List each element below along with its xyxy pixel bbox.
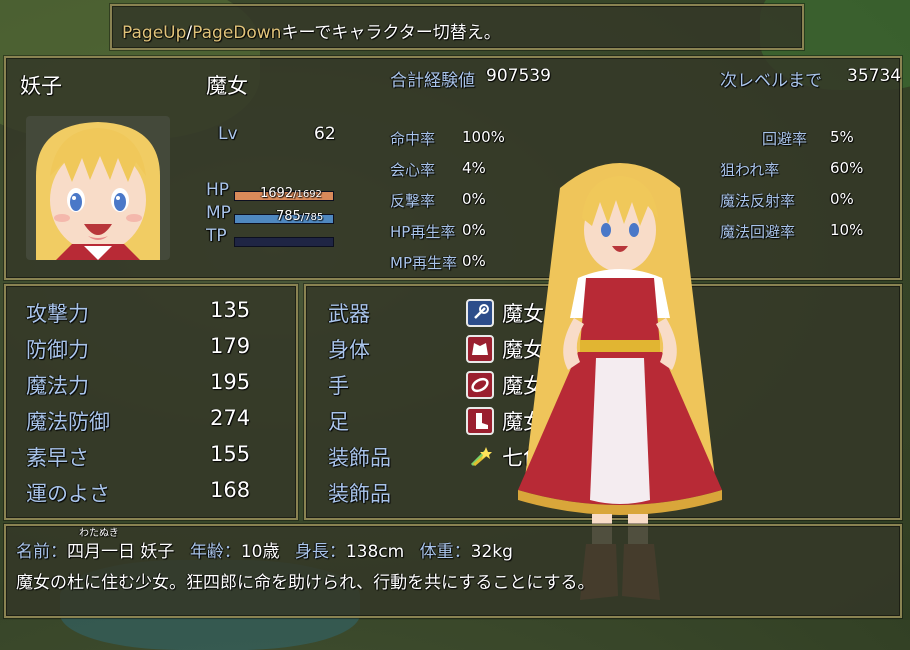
rate-label: 反撃率 [390, 192, 436, 210]
param-value: 168 [210, 478, 251, 502]
equip-slot-label: 装飾品 [328, 446, 391, 470]
profile-line-1: 名前：四月一日 妖子 年齢：10歳 身長：138cm 体重：32kg [16, 542, 513, 562]
rate-value: 0% [462, 190, 486, 208]
rate-label: 命中率 [390, 130, 436, 148]
equip-slot-label: 身体 [328, 338, 370, 362]
hp-label: HP [206, 180, 230, 200]
tp-gauge [234, 237, 334, 247]
param-label: 魔法力 [26, 374, 89, 398]
param-value: 274 [210, 406, 251, 430]
rate-value: 100% [462, 128, 505, 146]
rainbow-star-icon [466, 443, 494, 471]
wand-icon [466, 299, 494, 327]
rate-value: 0% [830, 190, 854, 208]
rate-value: 0% [462, 252, 486, 270]
actor-face-portrait [26, 116, 170, 260]
equip-slot-label: 装飾品 [328, 482, 391, 506]
hp-value: 1692/1692 [260, 186, 322, 201]
rate-value: 5% [830, 128, 854, 146]
tp-label: TP [206, 226, 227, 246]
equip-slot-label: 武器 [328, 302, 370, 326]
help-key-pageup: PageUp [122, 23, 187, 43]
bracelet-icon [466, 371, 494, 399]
actor-name: 妖子 [20, 74, 62, 98]
param-label: 攻撃力 [26, 302, 89, 326]
param-value: 179 [210, 334, 251, 358]
exp-label: 合計経験値 [390, 71, 475, 91]
robe-icon [466, 335, 494, 363]
rate-label: 回避率 [762, 130, 808, 148]
rate-value: 0% [462, 221, 486, 239]
profile-line-2: 魔女の杜に住む少女。狂四郎に命を助けられ、行動を共にすることにする。 [16, 573, 595, 593]
rate-value: 10% [830, 221, 864, 239]
param-label: 防御力 [26, 338, 89, 362]
equip-slot-label: 足 [328, 410, 349, 434]
param-value: 155 [210, 442, 251, 466]
exp-value: 907539 [486, 66, 551, 86]
next-level-label: 次レベルまで [720, 71, 822, 91]
rate-label: HP再生率 [390, 223, 456, 241]
help-window: PageUp/PageDownキーでキャラクター切替え。 [110, 4, 804, 50]
param-label: 素早さ [26, 446, 89, 470]
mp-label: MP [206, 203, 231, 223]
actor-class: 魔女 [206, 74, 248, 98]
help-key-pagedown: PageDown [192, 23, 282, 43]
rate-label: MP再生率 [390, 254, 457, 272]
rate-label: 会心率 [390, 161, 436, 179]
rate-value: 4% [462, 159, 486, 177]
level-value: 62 [314, 124, 336, 144]
param-value: 135 [210, 298, 251, 322]
mp-value: 785/785 [276, 209, 324, 224]
next-level-value: 35734 [847, 66, 902, 86]
equip-slot-label: 手 [328, 374, 349, 398]
param-value: 195 [210, 370, 251, 394]
rate-value: 60% [830, 159, 864, 177]
param-label: 運のよさ [26, 482, 110, 506]
help-text: PageUp/PageDownキーでキャラクター切替え。 [122, 23, 501, 43]
boots-icon [466, 407, 494, 435]
level-label: Lv [218, 124, 238, 144]
param-label: 魔法防御 [26, 410, 110, 434]
